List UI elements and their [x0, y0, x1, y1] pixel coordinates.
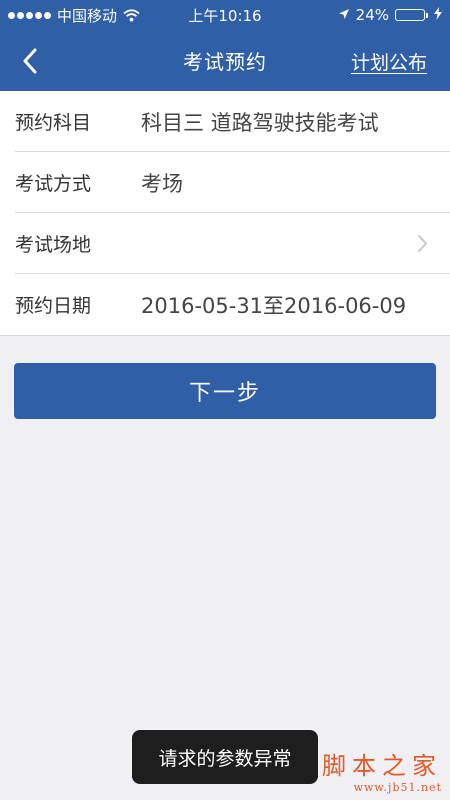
subject-label: 预约科目	[15, 112, 92, 134]
form-row-venue[interactable]: 考试场地	[0, 213, 450, 274]
form-row-method: 考试方式 考场	[0, 152, 450, 213]
top-bar: 中国移动 上午10:16 24% 考试预约 计划公布	[0, 0, 450, 91]
form-row-subject: 预约科目 科目三 道路驾驶技能考试	[0, 91, 450, 152]
watermark-title: 脚本之家	[322, 752, 442, 780]
form-row-date: 预约日期 2016-05-31至2016-06-09	[0, 274, 450, 335]
subject-value: 科目三 道路驾驶技能考试	[141, 110, 379, 135]
chevron-left-icon	[23, 48, 37, 74]
plan-announcement-link[interactable]: 计划公布	[351, 48, 427, 75]
nav-bar: 考试预约 计划公布	[0, 30, 450, 91]
wifi-icon	[123, 8, 140, 22]
status-bar: 中国移动 上午10:16 24%	[0, 0, 450, 30]
date-label: 预约日期	[15, 295, 92, 317]
chevron-right-icon	[417, 234, 428, 257]
back-button[interactable]	[22, 44, 52, 78]
form-divider	[0, 335, 450, 336]
signal-strength-icon	[8, 11, 51, 19]
carrier-name: 中国移动	[57, 6, 118, 25]
error-toast: 请求的参数异常	[132, 730, 318, 784]
booking-form: 预约科目 科目三 道路驾驶技能考试 考试方式 考场 考试场地 预约日期 2016…	[0, 91, 450, 335]
next-step-button[interactable]: 下一步	[14, 363, 436, 419]
watermark-logo: 脚本之家 www.jb51.net	[322, 746, 442, 794]
date-value: 2016-05-31至2016-06-09	[141, 293, 407, 318]
watermark-url: www.jb51.net	[353, 781, 442, 794]
method-label: 考试方式	[15, 173, 92, 195]
method-value: 考场	[141, 171, 183, 196]
battery-percent: 24%	[355, 6, 389, 24]
location-arrow-icon	[338, 6, 350, 24]
charging-icon	[434, 6, 442, 24]
venue-label: 考试场地	[15, 234, 92, 256]
battery-icon	[395, 9, 428, 21]
page-title: 考试预约	[183, 50, 267, 74]
